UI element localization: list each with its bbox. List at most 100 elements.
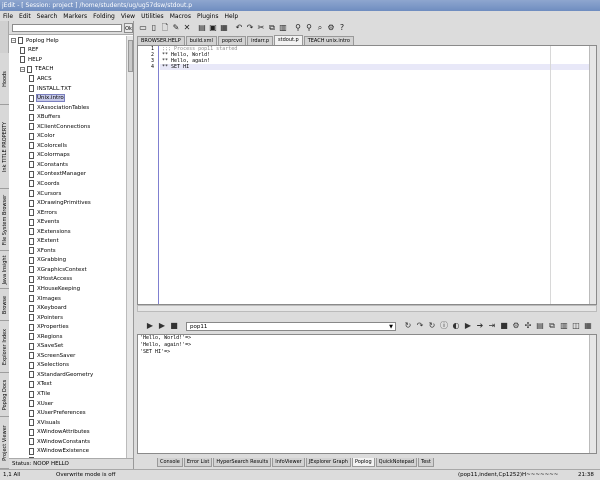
tree-item[interactable]: XDrawingPrimitives	[9, 198, 126, 208]
buffer-tab-build-xml[interactable]: build.xml	[185, 36, 217, 45]
menu-plugins[interactable]: Plugins	[197, 13, 219, 20]
palette-icon[interactable]: ◫	[571, 321, 581, 331]
paste-icon[interactable]: ▥	[278, 23, 288, 33]
search-icon[interactable]: ⚲	[293, 23, 303, 33]
menu-file[interactable]: File	[3, 13, 13, 20]
tree-item[interactable]: XClientConnections	[9, 122, 126, 132]
editor-text-area[interactable]: ;;; Process pop11 started ** Hello, World…	[160, 46, 590, 304]
tree-item[interactable]: XTile	[9, 389, 126, 399]
tree-item[interactable]: XColorcells	[9, 141, 126, 151]
tree-item[interactable]: XErrors	[9, 208, 126, 218]
tree-item[interactable]: XGraphicsContext	[9, 265, 126, 275]
tree-item[interactable]: XFonts	[9, 246, 126, 256]
expand-toggle-icon[interactable]: −	[11, 38, 16, 44]
menu-markers[interactable]: Markers	[63, 13, 87, 20]
tree-item[interactable]: XImages	[9, 294, 126, 304]
dock-tab-browse[interactable]: Browse	[0, 289, 9, 321]
tree-item[interactable]: XEvents	[9, 217, 126, 227]
buffer-tab-browser-help[interactable]: BROWSER.HELP	[137, 36, 185, 45]
print-icon[interactable]: ▤	[197, 23, 207, 33]
tree-item[interactable]: XExtent	[9, 236, 126, 246]
tree-item[interactable]: XWindowExistence	[9, 447, 126, 457]
buffer-tab-irdarr-p[interactable]: irdarr.p	[247, 36, 274, 45]
tree-item[interactable]: XColormaps	[9, 151, 126, 161]
new-icon[interactable]: 🗋	[160, 23, 170, 33]
find-replace-icon[interactable]: ⚲	[304, 23, 314, 33]
tree-item[interactable]: XProperties	[9, 322, 126, 332]
dock-tab-project-viewer[interactable]: Project Viewer	[0, 417, 9, 469]
menu-search[interactable]: Search	[37, 13, 58, 20]
tree-item[interactable]: INSTALL.TXT	[9, 84, 126, 94]
tree-item[interactable]: Unix.intro	[9, 93, 126, 103]
close-x-icon[interactable]: ✕	[182, 23, 192, 33]
tree-item[interactable]: − Poplog Help	[9, 36, 126, 46]
dock-tab-java-insight[interactable]: Java Insight	[0, 251, 9, 289]
clear-icon[interactable]: ■	[169, 321, 179, 331]
pencil-icon[interactable]: ✎	[171, 23, 181, 33]
copy-icon[interactable]: ⧉	[547, 321, 557, 331]
bottom-tab-quicknotepad[interactable]: QuickNotepad	[375, 458, 418, 467]
right-arrow-icon[interactable]: ➔	[475, 321, 485, 331]
editor-horizontal-scrollbar[interactable]	[137, 305, 597, 312]
tree-item[interactable]: XExtensions	[9, 227, 126, 237]
tree-item[interactable]: XPointers	[9, 313, 126, 323]
jump-icon[interactable]: ⓘ	[439, 321, 449, 331]
menu-folding[interactable]: Folding	[93, 13, 115, 20]
stop-red-icon[interactable]: ■	[499, 321, 509, 331]
tree-item[interactable]: REF	[9, 46, 126, 56]
cycle-icon[interactable]: ◐	[451, 321, 461, 331]
tree-item[interactable]: XUser	[9, 399, 126, 409]
menu-edit[interactable]: Edit	[19, 13, 31, 20]
tree-search-ok-button[interactable]: Ok	[124, 23, 133, 33]
tree-item[interactable]: XCursors	[9, 189, 126, 199]
scrollbar-thumb[interactable]	[128, 40, 133, 72]
dock-tab-file-system-browser[interactable]: File System Browser	[0, 189, 9, 251]
search-dir-icon[interactable]: ⌕	[315, 23, 325, 33]
tree-search-input[interactable]	[12, 24, 122, 32]
refresh-icon[interactable]: ↻	[427, 321, 437, 331]
open-folder-icon[interactable]: ▯	[149, 23, 159, 33]
bottom-tab-error-list[interactable]: Error List	[183, 458, 213, 467]
dock-tab-poplog-docs[interactable]: Poplog Docs	[0, 373, 9, 417]
tree-item[interactable]: XGrabbing	[9, 256, 126, 266]
paste-icon[interactable]: ▥	[559, 321, 569, 331]
doc-icon[interactable]: ▤	[535, 321, 545, 331]
tree-item[interactable]: XHouseKeeping	[9, 284, 126, 294]
shell-select[interactable]: pop11 ▼	[186, 321, 396, 331]
help-icon[interactable]: ?	[337, 23, 347, 33]
tree-item[interactable]: XKeyboard	[9, 303, 126, 313]
dock-tab-ink-title-property[interactable]: Ink TITLE PROPERTY	[0, 105, 9, 189]
bottom-tab-console[interactable]: Console	[157, 458, 183, 467]
text-editor[interactable]: 1234 ;;; Process pop11 started ** Hello, …	[137, 45, 597, 305]
stop-icon[interactable]: ▶	[157, 321, 167, 331]
tree-item[interactable]: XConstants	[9, 160, 126, 170]
menu-help[interactable]: Help	[224, 13, 238, 20]
menu-macros[interactable]: Macros	[170, 13, 191, 20]
disk-icon[interactable]: ▦	[219, 23, 229, 33]
doc-tree-scrollbar[interactable]	[126, 36, 133, 469]
back-icon[interactable]: ↻	[403, 321, 413, 331]
settings-icon[interactable]: ✣	[523, 321, 533, 331]
tree-item[interactable]: XText	[9, 380, 126, 390]
tree-item[interactable]: ARCS	[9, 74, 126, 84]
undo-icon[interactable]: ↶	[234, 23, 244, 33]
bottom-tab-poplog[interactable]: Poplog	[351, 458, 375, 467]
menu-view[interactable]: View	[121, 13, 135, 20]
tree-item[interactable]: XContextManager	[9, 170, 126, 180]
bottom-tab-jexplorer-graph[interactable]: JExplorer Graph	[305, 458, 351, 467]
buffer-tab-teach-unix-intro[interactable]: TEACH unix.intro	[303, 36, 354, 45]
tree-item[interactable]: XWindowAttributes	[9, 427, 126, 437]
dock-tab-explorer-index[interactable]: Explorer Index	[0, 321, 9, 373]
forward-icon[interactable]: ↷	[415, 321, 425, 331]
grid-icon[interactable]: ▦	[583, 321, 593, 331]
tree-item[interactable]: XBuffers	[9, 112, 126, 122]
console-output[interactable]: 'Hello, World!'=> 'Hello, again!'=> 'SET H…	[137, 334, 597, 454]
output-icon[interactable]: ⇥	[487, 321, 497, 331]
tree-item[interactable]: XUserPreferences	[9, 408, 126, 418]
expand-toggle-icon[interactable]: −	[20, 66, 25, 72]
copy-icon[interactable]: ⧉	[267, 23, 277, 33]
tree-item[interactable]: XHostAccess	[9, 275, 126, 285]
editor-vertical-scrollbar[interactable]	[589, 46, 596, 304]
options-icon[interactable]: ⚙	[326, 23, 336, 33]
tree-item[interactable]: HELP	[9, 55, 126, 65]
